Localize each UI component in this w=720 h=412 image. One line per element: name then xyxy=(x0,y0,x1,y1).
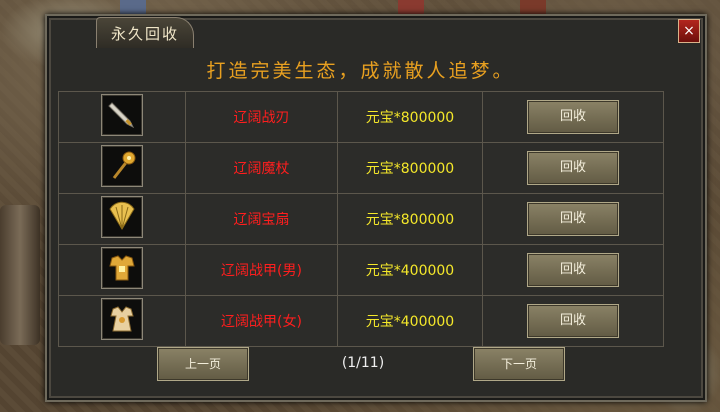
item-price: 元宝*400000 xyxy=(337,244,483,296)
slogan-text: 打造完美生态，成就散人追梦。 xyxy=(206,60,515,82)
recycle-button[interactable]: 回收 xyxy=(527,100,619,134)
panel-title: 永久回收 xyxy=(110,24,179,43)
table-row: 辽阔魔杖 元宝*800000 回收 xyxy=(58,142,664,194)
table-row: 辽阔战甲(女) 元宝*400000 回收 xyxy=(58,295,664,347)
table-row: 辽阔战甲(男) 元宝*400000 回收 xyxy=(58,244,664,296)
item-price: 元宝*400000 xyxy=(337,295,483,347)
armor-female-icon[interactable] xyxy=(101,298,143,340)
page-indicator: (1/11) xyxy=(341,355,385,371)
fan-icon[interactable] xyxy=(101,196,143,238)
close-icon: × xyxy=(683,23,695,39)
panel-title-tab: 永久回收 xyxy=(96,17,194,48)
blade-icon[interactable] xyxy=(101,94,143,136)
item-name: 辽阔战刃 xyxy=(185,91,338,143)
next-page-button[interactable]: 下一页 xyxy=(473,347,565,381)
item-name: 辽阔战甲(女) xyxy=(185,295,338,347)
table-row: 辽阔战刃 元宝*800000 回收 xyxy=(58,91,664,143)
prev-page-button[interactable]: 上一页 xyxy=(157,347,249,381)
item-price: 元宝*800000 xyxy=(337,91,483,143)
stone-pillar xyxy=(0,205,40,345)
item-price: 元宝*800000 xyxy=(337,142,483,194)
item-price: 元宝*800000 xyxy=(337,193,483,245)
close-button[interactable]: × xyxy=(678,19,700,43)
recycle-button[interactable]: 回收 xyxy=(527,202,619,236)
item-name: 辽阔宝扇 xyxy=(185,193,338,245)
table-row: 辽阔宝扇 元宝*800000 回收 xyxy=(58,193,664,245)
armor-male-icon[interactable] xyxy=(101,247,143,289)
recycle-button[interactable]: 回收 xyxy=(527,151,619,185)
recycle-button[interactable]: 回收 xyxy=(527,304,619,338)
item-name: 辽阔战甲(男) xyxy=(185,244,338,296)
item-name: 辽阔魔杖 xyxy=(185,142,338,194)
recycle-button[interactable]: 回收 xyxy=(527,253,619,287)
recycle-table: 辽阔战刃 元宝*800000 回收 辽阔魔杖 元宝*800000 回收 辽阔宝扇… xyxy=(58,91,664,347)
staff-icon[interactable] xyxy=(101,145,143,187)
